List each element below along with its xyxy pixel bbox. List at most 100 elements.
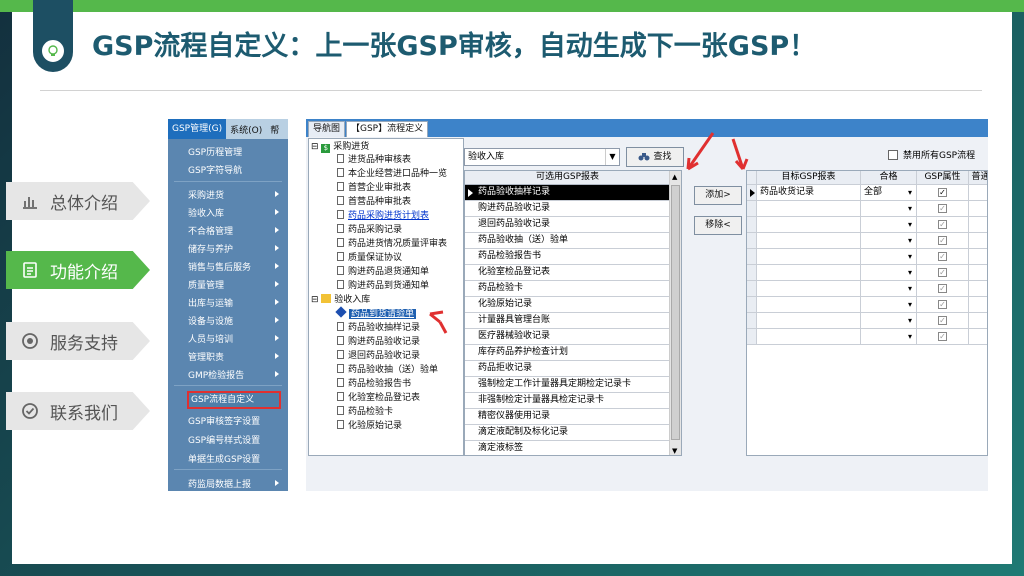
menu-item[interactable]: 人员与培训 — [188, 332, 233, 345]
tree-item[interactable]: 本企业经营进口品种一览 — [337, 168, 447, 181]
tab-nav-map[interactable]: 导航图 — [308, 121, 346, 137]
normal-cell[interactable] — [969, 297, 987, 313]
tree-item-link[interactable]: 药品采购进货计划表 — [337, 210, 429, 223]
tree-item[interactable]: 药品检验报告书 — [337, 378, 411, 391]
tree-item[interactable]: 化验原始记录 — [337, 420, 402, 433]
nav-features[interactable]: 功能介绍 — [6, 251, 150, 289]
menu-item[interactable]: GMP检验报告 — [188, 368, 244, 381]
table-row[interactable]: 退回药品验收记录 — [465, 217, 670, 233]
normal-cell[interactable] — [969, 249, 987, 265]
menu-item-gsp-flow-custom[interactable]: GSP流程自定义 — [187, 391, 281, 409]
tree-item[interactable]: 药品采购记录 — [337, 224, 402, 237]
menu-item[interactable]: 采购进货 — [188, 188, 224, 201]
row-selector[interactable] — [747, 201, 757, 217]
row-selector[interactable] — [747, 313, 757, 329]
target-report-cell[interactable] — [757, 313, 861, 329]
row-selector[interactable] — [747, 329, 757, 345]
normal-cell[interactable] — [969, 281, 987, 297]
tree-item[interactable]: 退回药品验收记录 — [337, 350, 420, 363]
table-row[interactable]: 库存药品养护检查计划 — [465, 345, 670, 361]
table-row[interactable]: 强制检定工作计量器具定期检定记录卡 — [465, 377, 670, 393]
target-report-cell[interactable]: 药品收货记录 — [757, 185, 861, 201]
normal-cell[interactable] — [969, 329, 987, 345]
tree-group-purchase[interactable]: ⊟ $ 采购进货 — [311, 141, 369, 154]
target-report-cell[interactable] — [757, 281, 861, 297]
row-selector[interactable] — [747, 217, 757, 233]
table-row[interactable]: 医疗器械验收记录 — [465, 329, 670, 345]
gsp-attribute-checkbox[interactable]: ✓ — [938, 300, 947, 309]
table-row[interactable]: 购进药品验收记录 — [465, 201, 670, 217]
menu-item[interactable]: 销售与售后服务 — [188, 260, 251, 273]
qualified-dropdown[interactable]: ▾ — [861, 265, 917, 281]
table-row[interactable]: 药品拒收记录 — [465, 361, 670, 377]
nav-overview[interactable]: 总体介绍 — [6, 182, 150, 220]
table-row[interactable]: 滴定液配制及标化记录 — [465, 425, 670, 441]
add-button[interactable]: 添加> — [694, 186, 742, 205]
target-report-cell[interactable] — [757, 201, 861, 217]
menu-gsp[interactable]: GSP管理(G) — [168, 119, 227, 139]
tree-item[interactable]: 药品检验卡 — [337, 406, 393, 419]
tree-item[interactable]: 药品验收抽（送）验单 — [337, 364, 438, 377]
gsp-attribute-checkbox[interactable]: ✓ — [938, 252, 947, 261]
qualified-dropdown[interactable]: 全部 ▾ — [861, 185, 917, 201]
normal-cell[interactable] — [969, 185, 987, 201]
target-report-cell[interactable] — [757, 265, 861, 281]
remove-button[interactable]: 移除< — [694, 216, 742, 235]
normal-cell[interactable] — [969, 201, 987, 217]
table-row[interactable]: 计量器具管理台账 — [465, 313, 670, 329]
table-row[interactable]: 精密仪器使用记录 — [465, 409, 670, 425]
gsp-attribute-checkbox[interactable]: ✓ — [938, 284, 947, 293]
target-report-cell[interactable] — [757, 217, 861, 233]
gsp-attribute-checkbox[interactable]: ✓ — [938, 268, 947, 277]
checkbox-box[interactable] — [888, 149, 898, 160]
tree-item[interactable]: 购进药品验收记录 — [337, 336, 420, 349]
menu-help[interactable]: 帮 — [266, 123, 283, 136]
table-row[interactable]: 非强制检定计量器具检定记录卡 — [465, 393, 670, 409]
nav-support[interactable]: 服务支持 — [6, 322, 150, 360]
gsp-attribute-checkbox[interactable]: ✓ — [938, 188, 947, 197]
menu-item[interactable]: GSP历程管理 — [188, 145, 242, 158]
scroll-thumb[interactable] — [671, 185, 680, 440]
tree-item[interactable]: 药品验收抽样记录 — [337, 322, 420, 335]
table-row[interactable]: 滴定液标签 — [465, 441, 670, 455]
table-row[interactable]: 药品检验卡 — [465, 281, 670, 297]
nav-contact[interactable]: 联系我们 — [6, 392, 150, 430]
gsp-attribute-checkbox[interactable]: ✓ — [938, 316, 947, 325]
normal-cell[interactable] — [969, 313, 987, 329]
qualified-dropdown[interactable]: ▾ — [861, 313, 917, 329]
menu-item[interactable]: 管理职责 — [188, 350, 224, 363]
row-selector[interactable] — [747, 265, 757, 281]
menu-item[interactable]: 药监局数据上报 — [188, 477, 251, 490]
disable-all-checkbox[interactable]: 禁用所有GSP流程 — [888, 148, 975, 161]
tree-item[interactable]: 化验室检品登记表 — [337, 392, 420, 405]
table-row-selected[interactable]: 药品验收抽样记录 — [465, 185, 670, 201]
row-selector[interactable] — [747, 281, 757, 297]
qualified-dropdown[interactable]: ▾ — [861, 201, 917, 217]
tree-item[interactable]: 药品进货情况质量评审表 — [337, 238, 447, 251]
row-selector[interactable] — [747, 233, 757, 249]
menu-item[interactable]: 不合格管理 — [188, 224, 233, 237]
menu-item[interactable]: 设备与设施 — [188, 314, 233, 327]
menu-item[interactable]: 储存与养护 — [188, 242, 233, 255]
qualified-dropdown[interactable]: ▾ — [861, 329, 917, 345]
tree-item-selected[interactable]: 药品到货请验单 — [335, 306, 417, 321]
menu-item[interactable]: 验收入库 — [188, 206, 224, 219]
menu-item[interactable]: 单据生成GSP设置 — [188, 452, 260, 465]
gsp-attribute-checkbox[interactable]: ✓ — [938, 220, 947, 229]
table-row[interactable]: 药品检验报告书 — [465, 249, 670, 265]
qualified-dropdown[interactable]: ▾ — [861, 233, 917, 249]
menu-item[interactable]: GSP编号样式设置 — [188, 433, 260, 446]
find-button[interactable]: 查找 — [626, 147, 684, 167]
gsp-attribute-checkbox[interactable]: ✓ — [938, 236, 947, 245]
qualified-dropdown[interactable]: ▾ — [861, 217, 917, 233]
target-report-cell[interactable] — [757, 249, 861, 265]
menu-system[interactable]: 系统(O) — [226, 123, 266, 136]
table-row[interactable]: 化验室检品登记表 — [465, 265, 670, 281]
gsp-attribute-checkbox[interactable]: ✓ — [938, 332, 947, 341]
tree-item[interactable]: 首营企业审批表 — [337, 182, 411, 195]
qualified-dropdown[interactable]: ▾ — [861, 281, 917, 297]
menu-item[interactable]: 出库与运输 — [188, 296, 233, 309]
qualified-dropdown[interactable]: ▾ — [861, 297, 917, 313]
tab-flow-definition[interactable]: 【GSP】流程定义 — [346, 121, 429, 137]
row-selector[interactable] — [747, 297, 757, 313]
